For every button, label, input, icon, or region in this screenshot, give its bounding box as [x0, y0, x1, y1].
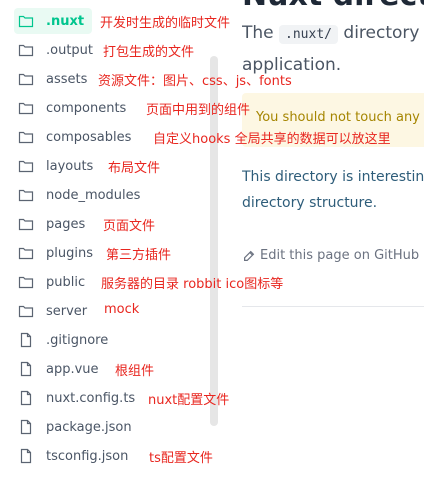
tree-item[interactable]: composables	[14, 124, 131, 150]
folder-icon	[18, 245, 34, 261]
folder-icon	[18, 129, 34, 145]
tree-item[interactable]: .output	[14, 37, 93, 63]
tree-item-label: tsconfig.json	[46, 448, 129, 464]
edit-link-label: Edit this page on GitHub	[260, 248, 420, 263]
file-icon	[18, 448, 34, 464]
annotation-note: 第三方插件	[106, 248, 172, 263]
annotation-note: 页面中用到的组件	[146, 103, 251, 118]
folder-icon	[18, 303, 34, 319]
folder-icon	[18, 158, 34, 174]
file-icon	[18, 361, 34, 377]
warning-text: You should not touch any f	[256, 110, 424, 125]
folder-icon	[18, 274, 34, 290]
tree-item-label: plugins	[46, 245, 93, 261]
tree-item[interactable]: plugins	[14, 240, 93, 266]
file-icon	[18, 390, 34, 406]
folder-icon	[18, 13, 34, 29]
annotation-note: 布局文件	[108, 161, 161, 176]
file-icon	[18, 419, 34, 435]
tree-item-label: package.json	[46, 419, 132, 435]
body-line2: directory structure.	[242, 195, 378, 211]
folder-icon	[18, 187, 34, 203]
tree-item-label: app.vue	[46, 361, 99, 377]
tree-item[interactable]: public	[14, 269, 85, 295]
tree-item[interactable]: package.json	[14, 414, 132, 440]
tree-item[interactable]: .gitignore	[14, 327, 108, 353]
tree-item-label: assets	[46, 71, 88, 87]
folder-icon	[18, 42, 34, 58]
tree-item-label: nuxt.config.ts	[46, 390, 136, 406]
annotation-note: nuxt配置文件	[148, 393, 230, 408]
annotation-note: 页面文件	[103, 219, 156, 234]
tree-item[interactable]: nuxt.config.ts	[14, 385, 135, 411]
page-title: Nuxt directory	[242, 0, 424, 13]
tree-item[interactable]: tsconfig.json	[14, 443, 128, 469]
tree-item[interactable]: layouts	[14, 153, 93, 179]
annotation-note: 自定义hooks 全局共享的数据可以放这里	[153, 132, 391, 147]
intro-prefix: The	[242, 23, 274, 43]
tree-item-label: composables	[46, 129, 132, 145]
annotation-note: 根组件	[115, 364, 155, 379]
nuxt-dir-code: .nuxt/	[279, 25, 338, 44]
tree-item-label: pages	[46, 216, 86, 232]
tree-item-label: layouts	[46, 158, 94, 174]
annotation-note: 开发时生成的临时文件	[100, 16, 231, 31]
divider	[242, 306, 424, 307]
tree-item-label: node_modules	[46, 187, 141, 203]
tree-item[interactable]: server	[14, 298, 87, 324]
tree-item[interactable]: components	[14, 95, 126, 121]
edit-on-github-link[interactable]: Edit this page on GitHub	[242, 248, 419, 263]
body-paragraph: This directory is interestin directory s…	[242, 164, 424, 216]
tree-item[interactable]: pages	[14, 211, 85, 237]
tree-item[interactable]: node_modules	[14, 182, 140, 208]
tree-item-label: .gitignore	[46, 332, 109, 348]
intro-suffix: directory	[343, 23, 420, 43]
folder-icon	[18, 216, 34, 232]
tree-item-label: .nuxt	[46, 13, 85, 29]
annotation-note: 服务器的目录 robbit ico图标等	[101, 277, 284, 292]
annotation-note: 资源文件：图片、css、js、fonts	[98, 74, 292, 89]
tree-item-label: .output	[46, 42, 94, 58]
tree-item[interactable]: .nuxt	[14, 8, 93, 34]
annotation-note: 打包生成的文件	[103, 45, 195, 60]
tree-item[interactable]: app.vue	[14, 356, 99, 382]
folder-icon	[18, 100, 34, 116]
edit-icon	[244, 250, 255, 261]
file-icon	[18, 332, 34, 348]
tree-item-label: server	[46, 303, 88, 319]
tree-item-label: components	[46, 100, 127, 116]
annotation-note: mock	[104, 302, 140, 317]
tree-item[interactable]: assets	[14, 66, 87, 92]
annotation-note: ts配置文件	[149, 451, 213, 466]
folder-icon	[18, 71, 34, 87]
tree-item-label: public	[46, 274, 86, 290]
body-line1: This directory is interestin	[242, 169, 424, 185]
